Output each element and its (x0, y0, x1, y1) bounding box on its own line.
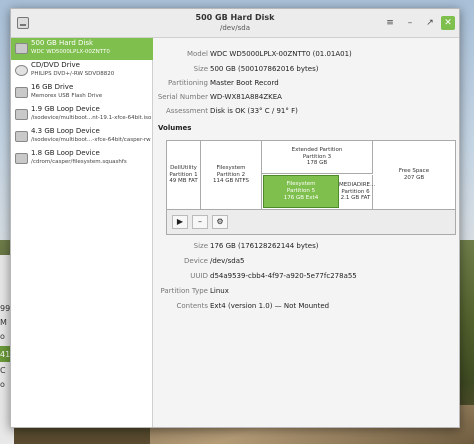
device-description: WDC WD5000LPLX-00ZNTT0 (31, 49, 110, 55)
volume-text: Partition 5 (286, 188, 316, 195)
volume-text: Partition 6 (341, 188, 370, 195)
volume-text: MEDIADIRE... (339, 181, 376, 188)
background-text: M (0, 318, 7, 327)
volume-text: 2.1 GB FAT (340, 195, 371, 202)
device-description: PHILIPS DVD+/-RW SDVD8820 (31, 71, 115, 77)
maximize-icon[interactable]: ↗ (423, 16, 437, 30)
volume-partition-1[interactable]: DellUtility Partition 1 49 MB FAT (167, 141, 201, 209)
volume-toolbar: ▶ – ⚙ (166, 210, 456, 235)
model-value: WDC WD5000LPLX-00ZNTT0 (01.01A01) (210, 50, 352, 58)
volume-text: Extended Partition (291, 146, 343, 153)
volume-partition-5[interactable]: Filesystem Partition 5 176 GB Ext4 (263, 175, 339, 208)
assessment-value: Disk is OK (33° C / 91° F) (210, 107, 298, 115)
volume-partition-6[interactable]: MEDIADIRE... Partition 6 2.1 GB FAT (339, 175, 376, 209)
device-item-500gb-hard-disk[interactable]: 500 GB Hard Disk WDC WD5000LPLX-00ZNTT0 (11, 38, 153, 60)
device-list: 500 GB Hard Disk WDC WD5000LPLX-00ZNTT0 … (11, 38, 153, 427)
serial-value: WD-WX81A884ZKEA (210, 93, 282, 101)
minimize-icon[interactable]: – (403, 16, 417, 30)
partition-type-label: Partition Type (160, 287, 208, 295)
volume-free-space[interactable]: Free Space 207 GB (373, 141, 455, 209)
device-item-16gb-drive[interactable]: 16 GB Drive Memorex USB Flash Drive (11, 82, 153, 104)
main-panel: Model WDC WD5000LPLX-00ZNTT0 (01.01A01) … (154, 38, 459, 427)
background-text: C (0, 366, 6, 375)
serial-label: Serial Number (157, 93, 208, 101)
background-text: 41 (0, 350, 11, 359)
volume-text: Filesystem (216, 164, 246, 171)
volume-text: 178 GB (306, 160, 328, 167)
device-description: /isodevice/multiboot...-xfce-64bit/caspe… (31, 137, 151, 143)
hamburger-icon[interactable]: ≡ (383, 16, 397, 30)
device-name: 500 GB Hard Disk (31, 39, 94, 47)
device-description: /isodevice/multiboot...nt-19.1-xfce-64bi… (31, 115, 152, 121)
window-title: 500 GB Hard Disk (195, 13, 275, 22)
partitioning-label: Partitioning (168, 79, 208, 87)
device-item-loop-3[interactable]: 1.8 GB Loop Device /cdrom/casper/filesys… (11, 148, 153, 170)
window-subtitle: /dev/sda (220, 24, 250, 32)
close-icon[interactable]: ✕ (441, 16, 455, 30)
disks-window: 500 GB Hard Disk /dev/sda ≡ – ↗ ✕ 500 GB… (10, 8, 460, 428)
gears-icon[interactable]: ⚙ (212, 215, 228, 229)
partition-size-value: 176 GB (176128262144 bytes) (210, 242, 319, 250)
device-name: 4.3 GB Loop Device (31, 127, 100, 135)
device-description: Memorex USB Flash Drive (31, 93, 103, 99)
partition-uuid-label: UUID (190, 272, 208, 280)
volume-partition-2[interactable]: Filesystem Partition 2 114 GB NTFS (201, 141, 262, 209)
volume-text: 207 GB (403, 175, 425, 181)
background-text: o (0, 380, 5, 389)
volume-text: Filesystem (286, 181, 316, 188)
play-icon[interactable]: ▶ (172, 215, 188, 229)
volume-text: Partition 2 (216, 171, 246, 178)
titlebar: 500 GB Hard Disk /dev/sda ≡ – ↗ ✕ (11, 9, 459, 38)
device-name: 1.8 GB Loop Device (31, 149, 100, 157)
partition-contents-label: Contents (176, 302, 209, 310)
partition-contents-value: Ext4 (version 1.0) — Not Mounted (210, 302, 330, 310)
partition-type-value: Linux (210, 287, 229, 295)
loop-device-icon (15, 109, 28, 120)
volume-text: 49 MB FAT (169, 178, 198, 185)
device-name: 1.9 GB Loop Device (31, 105, 100, 113)
volume-text: DellUtility (170, 164, 197, 171)
volume-text: 114 GB NTFS (212, 178, 250, 185)
device-item-loop-1[interactable]: 1.9 GB Loop Device /isodevice/multiboot.… (11, 104, 153, 126)
volume-map: DellUtility Partition 1 49 MB FAT Filesy… (166, 140, 456, 210)
volume-text: 176 GB Ext4 (283, 194, 319, 201)
partition-device-value: /dev/sda5 (210, 257, 245, 265)
device-name: 16 GB Drive (31, 83, 74, 91)
model-label: Model (186, 50, 208, 58)
volumes-heading: Volumes (158, 124, 192, 132)
assessment-label: Assessment (166, 107, 208, 115)
partitioning-value: Master Boot Record (210, 79, 279, 87)
partition-device-label: Device (184, 257, 208, 265)
partition-size-label: Size (193, 242, 208, 250)
loop-device-icon (15, 131, 28, 142)
size-label: Size (193, 65, 208, 73)
loop-device-icon (15, 153, 28, 164)
disks-app-icon (17, 17, 29, 29)
device-name: CD/DVD Drive (31, 61, 80, 69)
volume-text: Partition 3 (302, 153, 332, 160)
volume-text: Partition 1 (169, 171, 198, 178)
partition-uuid-value: d54a9539-cbb4-4f97-a920-5e77fc278a55 (210, 272, 357, 280)
background-text: o (0, 332, 5, 341)
background-text: 99 (0, 304, 11, 313)
device-item-cd-dvd-drive[interactable]: CD/DVD Drive PHILIPS DVD+/-RW SDVD8820 (11, 60, 153, 82)
optical-disc-icon (15, 65, 28, 76)
usb-drive-icon (15, 87, 28, 98)
minus-icon[interactable]: – (192, 215, 208, 229)
size-value: 500 GB (500107862016 bytes) (210, 65, 319, 73)
device-item-loop-2[interactable]: 4.3 GB Loop Device /isodevice/multiboot.… (11, 126, 153, 148)
hard-disk-icon (15, 43, 28, 54)
device-description: /cdrom/casper/filesystem.squashfs (31, 159, 127, 165)
volume-text: Free Space (398, 168, 430, 175)
volume-extended-partition[interactable]: Extended Partition Partition 3 178 GB (262, 141, 373, 174)
